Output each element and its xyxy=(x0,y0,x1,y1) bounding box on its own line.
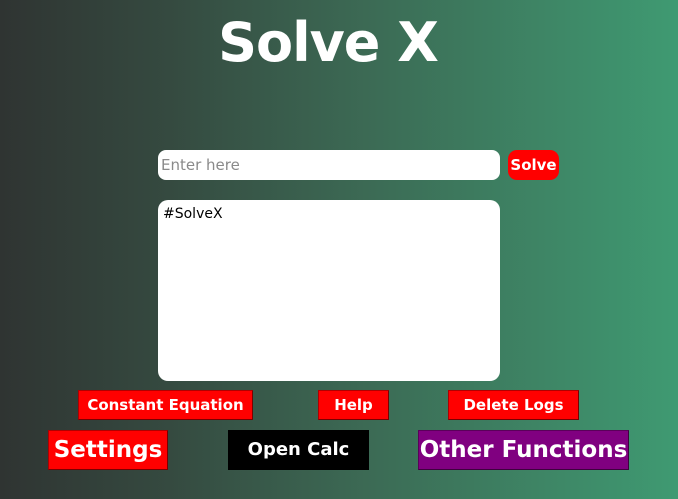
settings-button[interactable]: Settings xyxy=(48,430,168,470)
equation-input[interactable] xyxy=(158,150,500,180)
log-output[interactable]: #SolveX xyxy=(158,200,500,381)
solve-button[interactable]: Solve xyxy=(508,150,559,180)
delete-logs-button[interactable]: Delete Logs xyxy=(448,390,579,420)
help-button[interactable]: Help xyxy=(318,390,389,420)
app-title: Solve X xyxy=(218,11,439,74)
open-calc-button[interactable]: Open Calc xyxy=(228,430,369,470)
other-functions-button[interactable]: Other Functions xyxy=(418,430,629,470)
constant-equation-button[interactable]: Constant Equation xyxy=(78,390,253,420)
